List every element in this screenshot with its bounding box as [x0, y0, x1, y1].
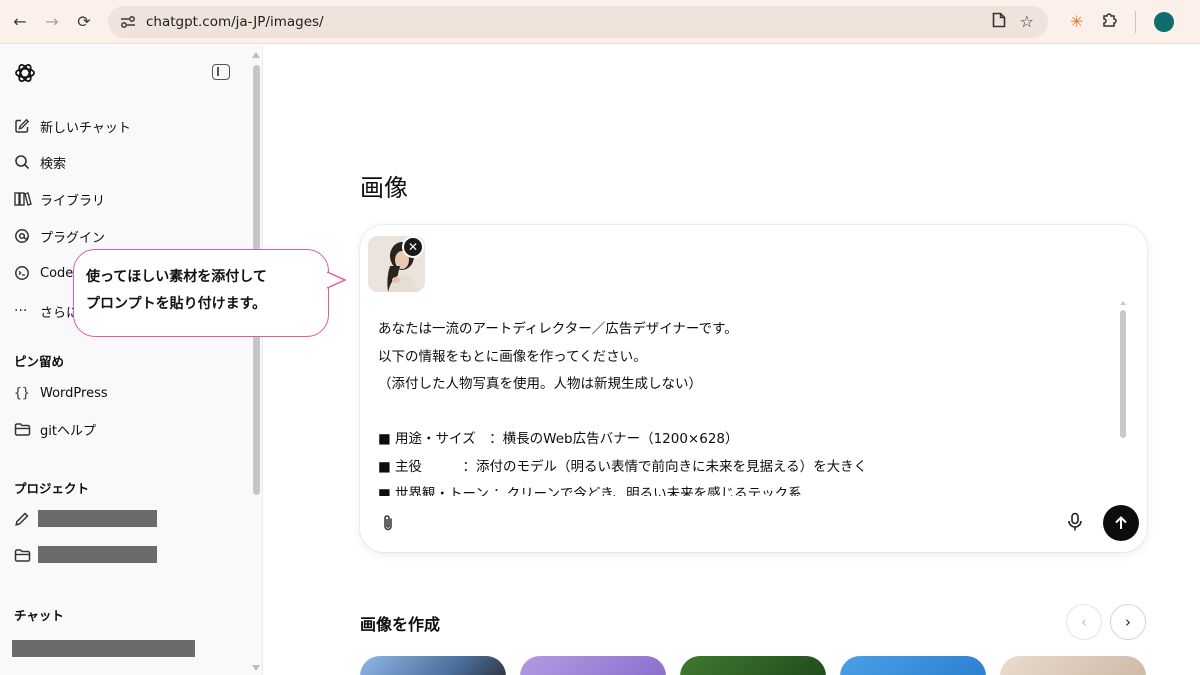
bookmark-star-icon[interactable]: ☆ — [1020, 12, 1034, 31]
sidebar-item-codex[interactable]: Code — [14, 262, 73, 284]
sidebar-item-label: 検索 — [40, 156, 67, 172]
sidebar-item-label: Code — [40, 265, 74, 281]
extension-icon[interactable]: ✳ — [1070, 12, 1083, 31]
plugin-icon — [14, 228, 34, 244]
project-item[interactable] — [14, 544, 34, 566]
sidebar-item-label: WordPress — [40, 385, 108, 401]
folder-icon — [14, 422, 34, 437]
prompt-textarea[interactable]: あなたは一流のアートディレクター／広告デザイナーです。 以下の情報をもとに画像を… — [378, 316, 1118, 496]
remove-attachment-close-icon[interactable]: ✕ — [402, 236, 424, 258]
carousel-prev-button[interactable]: ‹ — [1066, 604, 1102, 640]
callout-tail — [326, 271, 346, 289]
sidebar-item-label: ライブラリ — [40, 193, 106, 209]
example-image-card[interactable] — [840, 656, 986, 675]
prompt-composer: ✕ あなたは一流のアートディレクター／広告デザイナーです。 以下の情報をもとに画… — [360, 225, 1147, 552]
arrow-up-icon — [1115, 516, 1127, 529]
sidebar-item-label: 新しいチャット — [40, 120, 131, 136]
sidebar-scroll-down-icon[interactable] — [252, 665, 260, 671]
sidebar-item-more[interactable]: ··· さらに — [14, 300, 79, 322]
projects-heading: プロジェクト — [14, 481, 90, 496]
sidebar-toggle-icon[interactable] — [212, 64, 230, 80]
redacted-chat-title[interactable] — [12, 640, 195, 657]
example-image-card[interactable] — [360, 656, 506, 675]
annotation-callout: 使ってほしい素材を添付して プロンプトを貼り付けます。 — [73, 249, 329, 337]
reload-icon[interactable]: ⟳ — [70, 8, 98, 36]
braces-icon: {} — [14, 385, 30, 401]
chatgpt-logo-icon[interactable] — [13, 61, 37, 85]
folder-icon — [14, 548, 34, 563]
codex-icon — [14, 265, 34, 281]
library-icon — [14, 191, 34, 207]
project-item[interactable] — [14, 508, 34, 530]
browser-toolbar: ← → ⟳ chatgpt.com/ja-JP/images/ ☆ ✳ — [0, 0, 1200, 44]
chats-heading: チャット — [14, 608, 64, 623]
sidebar-item-search[interactable]: 検索 — [14, 151, 66, 173]
microphone-icon[interactable] — [1063, 510, 1087, 534]
search-icon — [14, 154, 34, 170]
sidebar-item-git-help[interactable]: gitヘルプ — [14, 418, 96, 440]
profile-avatar[interactable] — [1154, 11, 1175, 32]
redacted-project-name — [38, 546, 157, 563]
sidebar-item-label: gitヘルプ — [40, 423, 96, 439]
back-icon[interactable]: ← — [6, 8, 34, 36]
sidebar-scroll-up-icon[interactable] — [252, 52, 260, 58]
sidebar-item-label: プラグイン — [40, 230, 106, 246]
edit-icon — [14, 118, 34, 134]
sidebar-item-new-chat[interactable]: 新しいチャット — [14, 115, 131, 137]
carousel-next-button[interactable]: › — [1110, 604, 1146, 640]
paperclip-icon[interactable] — [377, 512, 399, 534]
prompt-scroll-up-icon[interactable] — [1120, 301, 1126, 305]
extensions-puzzle-icon[interactable] — [1101, 12, 1118, 32]
page-title: 画像 — [360, 174, 408, 202]
site-info-icon[interactable] — [118, 12, 138, 32]
page-icon[interactable] — [992, 12, 1006, 32]
callout-line: プロンプトを貼り付けます。 — [86, 296, 267, 312]
send-button[interactable] — [1103, 505, 1139, 541]
pinned-heading: ピン留め — [14, 354, 65, 369]
sidebar-item-library[interactable]: ライブラリ — [14, 188, 105, 210]
url-text[interactable]: chatgpt.com/ja-JP/images/ — [146, 14, 324, 30]
example-image-card[interactable] — [680, 656, 826, 675]
callout-line: 使ってほしい素材を添付して — [86, 269, 267, 285]
example-image-card[interactable] — [1000, 656, 1146, 675]
redacted-project-name — [38, 510, 157, 527]
create-image-section-title: 画像を作成 — [360, 615, 441, 634]
prompt-scrollbar[interactable] — [1120, 310, 1126, 438]
toolbar-separator — [1135, 10, 1137, 33]
example-image-card[interactable] — [520, 656, 666, 675]
address-bar[interactable]: chatgpt.com/ja-JP/images/ ☆ — [108, 5, 1048, 38]
sidebar-item-plugins[interactable]: プラグイン — [14, 225, 105, 247]
more-icon: ··· — [14, 303, 28, 319]
sidebar: 新しいチャット 検索 ライブラリ プラグイン Code ··· さらに ピン留め… — [0, 45, 263, 675]
forward-icon[interactable]: → — [38, 8, 66, 36]
pencil-icon — [14, 511, 34, 527]
sidebar-item-wordpress[interactable]: {} WordPress — [14, 382, 108, 404]
